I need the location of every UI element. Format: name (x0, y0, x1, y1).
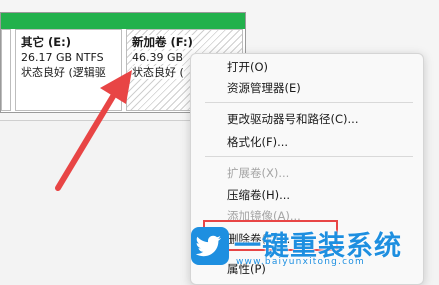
menu-divider (205, 156, 413, 157)
menu-divider (205, 102, 413, 103)
menu-item-open[interactable]: 打开(O) (227, 58, 268, 76)
watermark-url: www.baiyunxitong.com (236, 257, 365, 267)
watermark: 一键重装系统 www.baiyunxitong.com (188, 224, 439, 271)
menu-item-shrink-volume[interactable]: 压缩卷(H)... (227, 186, 290, 204)
menu-item-extend-volume: 扩展卷(X)... (227, 166, 290, 180)
bird-logo-icon (191, 227, 229, 265)
red-pointer-arrow-icon (55, 70, 132, 191)
menu-item-change-drive-letter[interactable]: 更改驱动器号和路径(C)... (227, 110, 358, 128)
menu-item-explorer[interactable]: 资源管理器(E) (227, 79, 301, 97)
menu-item-format[interactable]: 格式化(F)... (227, 133, 288, 151)
